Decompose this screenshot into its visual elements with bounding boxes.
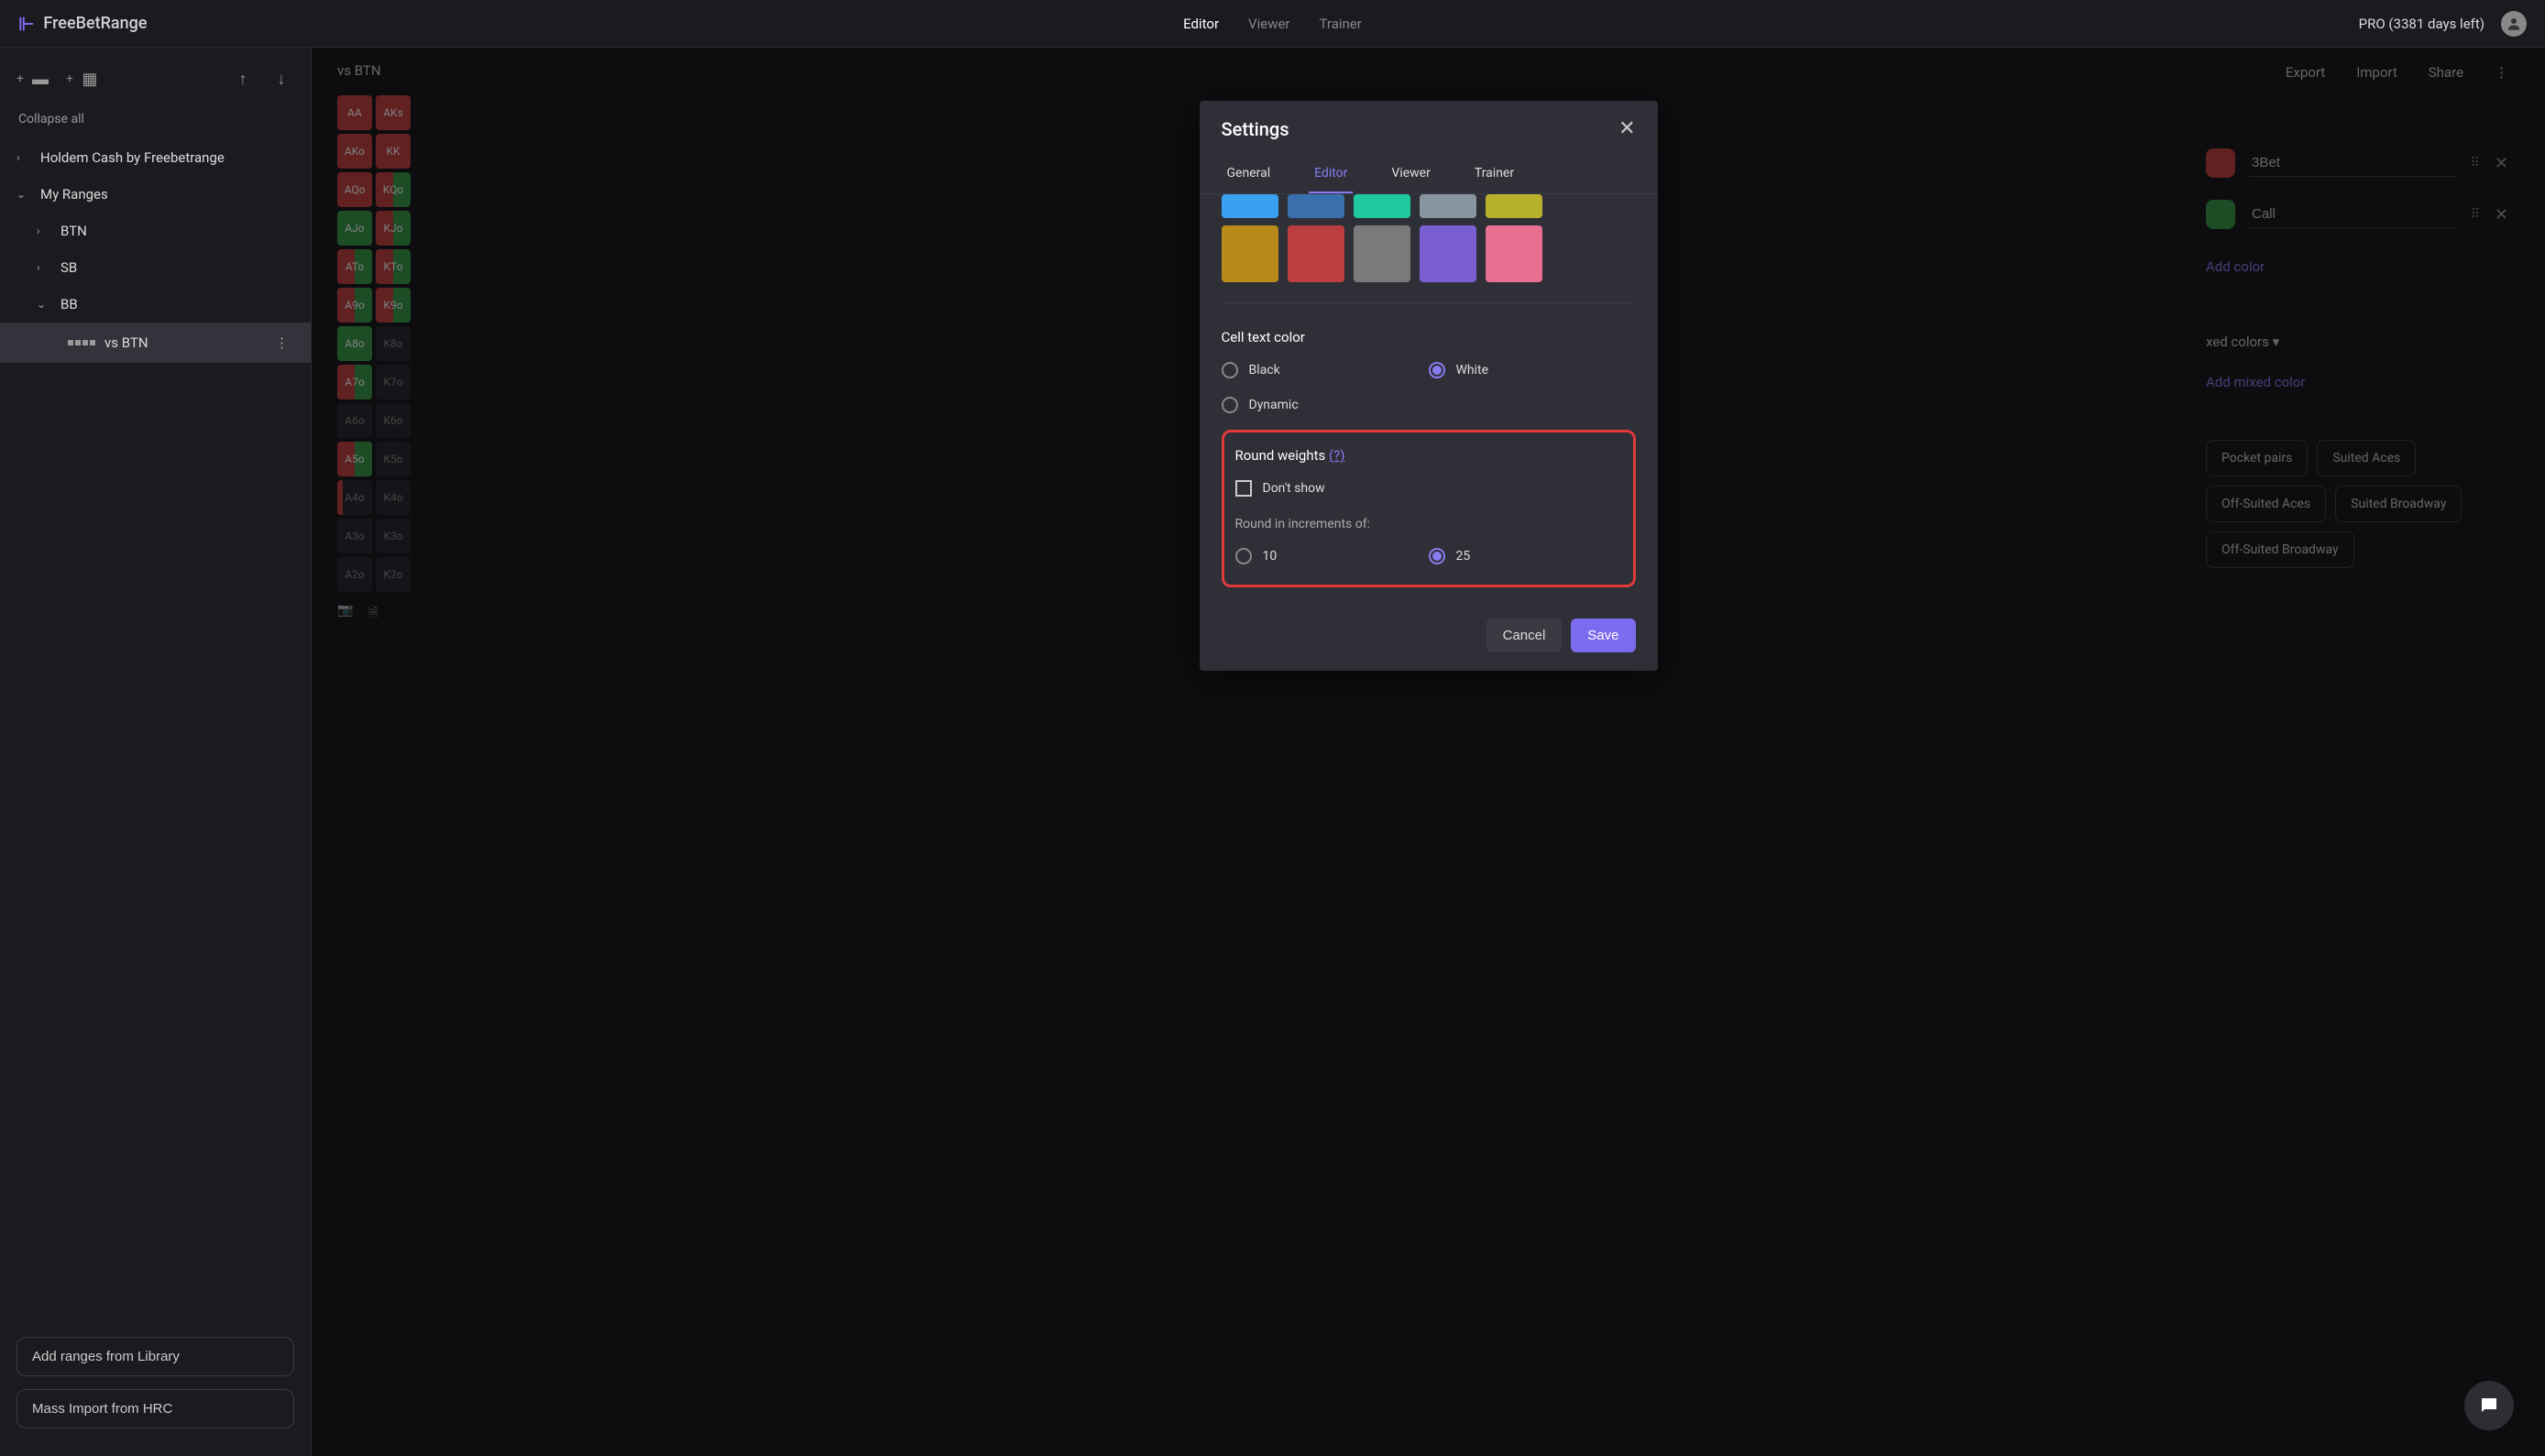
dont-show-checkbox[interactable]: Don't show — [1235, 480, 1622, 497]
move-up-icon[interactable]: ↑ — [230, 66, 256, 92]
round-weights-help-link[interactable]: (?) — [1329, 447, 1344, 464]
move-down-icon[interactable]: ↓ — [269, 66, 294, 92]
chat-fab-icon[interactable] — [2464, 1381, 2514, 1430]
chevron-right-icon: › — [16, 151, 31, 164]
color-swatch[interactable] — [1486, 194, 1542, 218]
range-icon — [68, 340, 95, 345]
save-button[interactable]: Save — [1571, 619, 1635, 652]
chevron-right-icon: › — [37, 224, 51, 237]
chevron-down-icon: ⌄ — [37, 298, 51, 311]
nav-editor[interactable]: Editor — [1183, 16, 1219, 32]
topbar: ⊩ FreeBetRange Editor Viewer Trainer PRO… — [0, 0, 2545, 48]
modal-title: Settings — [1222, 118, 1289, 140]
tree-row[interactable]: ›BTN — [0, 213, 311, 249]
chevron-down-icon: ⌄ — [16, 188, 31, 201]
chevron-right-icon: › — [37, 261, 51, 274]
more-dots-icon[interactable]: ⋮ — [269, 333, 294, 353]
color-swatch[interactable] — [1354, 225, 1410, 282]
nav-trainer[interactable]: Trainer — [1320, 16, 1362, 32]
pro-badge: PRO (3381 days left) — [2359, 16, 2485, 32]
topnav: Editor Viewer Trainer — [1183, 16, 1362, 32]
increments-label: Round in increments of: — [1235, 517, 1622, 531]
brand-text: FreeBetRange — [43, 14, 147, 33]
main: vs BTN Export Import Share ⋮ AAAKsAKoKKA… — [312, 48, 2545, 1456]
tab-editor[interactable]: Editor — [1309, 157, 1353, 193]
cell-text-color-title: Cell text color — [1222, 329, 1636, 345]
cancel-button[interactable]: Cancel — [1486, 619, 1563, 652]
tree-row[interactable]: ›SB — [0, 249, 311, 286]
tree-row[interactable]: ⌄BB — [0, 286, 311, 323]
radio-white[interactable]: White — [1429, 362, 1636, 378]
color-swatch[interactable] — [1222, 194, 1278, 218]
radio-black[interactable]: Black — [1222, 362, 1429, 378]
color-swatch[interactable] — [1354, 194, 1410, 218]
logo[interactable]: ⊩ FreeBetRange — [18, 13, 147, 35]
grid-icon: ▦ — [77, 66, 103, 92]
swatch-row-bottom — [1222, 218, 1636, 282]
swatch-row-top — [1222, 194, 1636, 218]
tab-general[interactable]: General — [1222, 157, 1277, 193]
user-avatar-icon[interactable] — [2501, 11, 2527, 37]
checkbox-icon — [1235, 480, 1252, 497]
tree: ›Holdem Cash by Freebetrange ⌄My Ranges … — [0, 139, 311, 1322]
color-swatch[interactable] — [1288, 225, 1344, 282]
collapse-all-link[interactable]: Collapse all — [0, 108, 311, 139]
color-swatch[interactable] — [1420, 194, 1476, 218]
tab-viewer[interactable]: Viewer — [1386, 157, 1435, 193]
tree-row[interactable]: ›Holdem Cash by Freebetrange — [0, 139, 311, 176]
round-weights-title: Round weights (?) — [1235, 447, 1622, 464]
modal-backdrop[interactable]: Settings ✕ General Editor Viewer Trainer… — [312, 48, 2545, 1456]
tree-leaf-active[interactable]: vs BTN ⋮ — [0, 323, 311, 363]
radio-dynamic[interactable]: Dynamic — [1222, 397, 1429, 413]
add-from-library-button[interactable]: Add ranges from Library — [16, 1337, 294, 1376]
radio-increment-10[interactable]: 10 — [1235, 548, 1429, 564]
nav-viewer[interactable]: Viewer — [1248, 16, 1289, 32]
mass-import-button[interactable]: Mass Import from HRC — [16, 1389, 294, 1429]
modal-tabs: General Editor Viewer Trainer — [1200, 157, 1658, 194]
logo-mark-icon: ⊩ — [18, 13, 34, 35]
color-swatch[interactable] — [1486, 225, 1542, 282]
color-swatch[interactable] — [1288, 194, 1344, 218]
settings-modal: Settings ✕ General Editor Viewer Trainer… — [1200, 101, 1658, 671]
tree-row[interactable]: ⌄My Ranges — [0, 176, 311, 213]
tab-trainer[interactable]: Trainer — [1469, 157, 1519, 193]
close-icon[interactable]: ✕ — [1618, 117, 1635, 140]
color-swatch[interactable] — [1420, 225, 1476, 282]
color-swatch[interactable] — [1222, 225, 1278, 282]
new-range-button[interactable]: +▦ — [66, 66, 103, 92]
radio-increment-25[interactable]: 25 — [1429, 548, 1622, 564]
folder-icon: ▬ — [27, 66, 53, 92]
round-weights-section: Round weights (?) Don't show Round in in… — [1222, 430, 1636, 587]
sidebar: +▬ +▦ ↑ ↓ Collapse all ›Holdem Cash by F… — [0, 48, 312, 1456]
new-folder-button[interactable]: +▬ — [16, 66, 53, 92]
topbar-right: PRO (3381 days left) — [2359, 11, 2527, 37]
